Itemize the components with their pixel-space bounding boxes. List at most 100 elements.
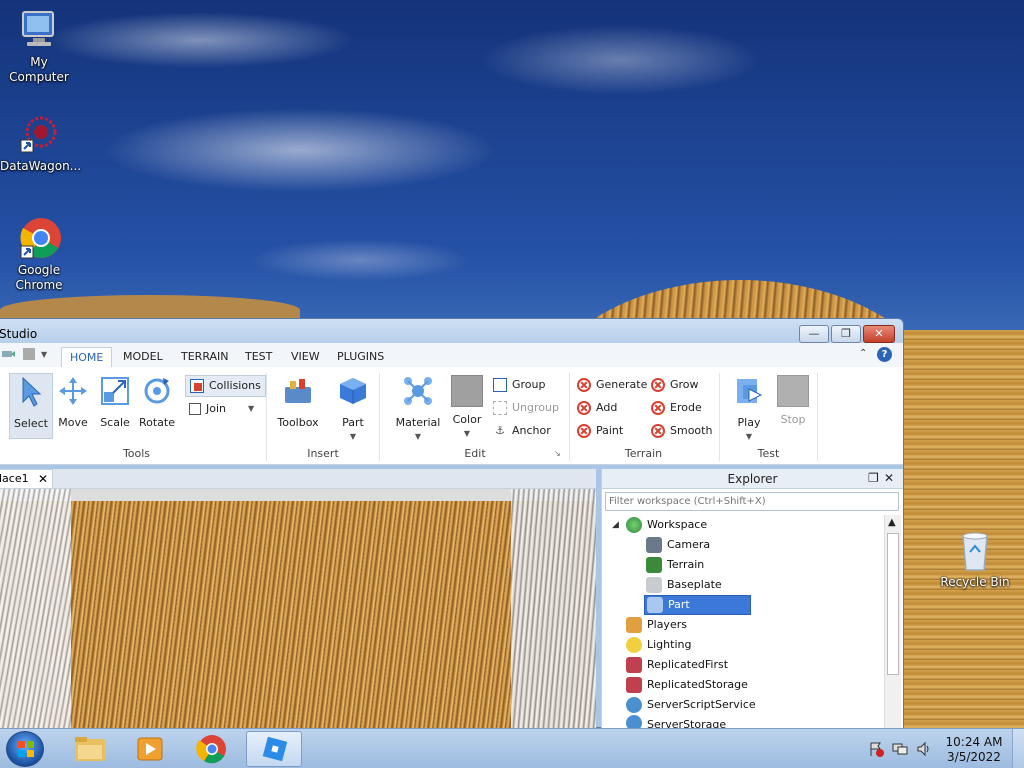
join-dropdown-icon[interactable]: ▼ [248,399,254,419]
tab-model[interactable]: MODEL [115,347,171,367]
explorer-filter-input[interactable] [605,492,899,511]
material-dropdown-icon[interactable]: ▼ [415,432,421,441]
part-dropdown-icon[interactable]: ▼ [350,432,356,441]
paint-icon [577,424,591,438]
quick-access-icon[interactable] [1,348,15,360]
show-desktop-button[interactable] [1012,729,1024,768]
part-button[interactable]: Part ▼ [331,373,375,441]
desktop-icon-label: DataWagon... [0,159,82,173]
scrollbar-thumb[interactable] [887,533,899,675]
tab-test[interactable]: TEST [237,347,280,367]
tree-item-lighting[interactable]: Lighting [626,635,691,655]
tree-item-replicatedstorage[interactable]: ReplicatedStorage [626,675,748,695]
material-button[interactable]: Material ▼ [394,373,442,441]
start-button[interactable] [6,731,44,767]
desktop-icon-my-computer[interactable]: My Computer [0,8,78,85]
play-dropdown-icon[interactable]: ▼ [746,432,752,441]
taskbar-explorer[interactable] [62,731,118,767]
tree-item-part[interactable]: Part [644,595,751,615]
join-toggle[interactable]: Join ▼ [189,399,254,419]
rotate-button[interactable]: Rotate [135,373,179,439]
tree-item-workspace[interactable]: Workspace [626,515,707,535]
undock-icon[interactable]: ❐ [868,471,879,485]
action-center-flag-icon[interactable] [868,741,884,757]
join-checkbox[interactable] [189,403,201,415]
tree-item-serverscriptservice[interactable]: ServerScriptService [626,695,756,715]
grow-icon [651,378,665,392]
tools-group-label: Tools [122,447,151,460]
add-button[interactable]: Add [577,398,617,418]
tree-item-players[interactable]: Players [626,615,687,635]
tree-item-serverstorage[interactable]: ServerStorage [626,715,726,729]
3d-viewport[interactable] [0,489,596,729]
anchor-button[interactable]: ⚓ Anchor [493,421,551,441]
tab-view[interactable]: VIEW [283,347,328,367]
desktop-icon-google-chrome[interactable]: Google Chrome [0,216,78,293]
volume-icon[interactable] [916,741,932,757]
workspace-collapse-icon[interactable]: ◢ [612,520,619,530]
paint-button[interactable]: Paint [577,421,623,441]
play-button[interactable]: Play ▼ [727,373,771,441]
scale-button[interactable]: Scale [93,373,137,439]
group-button[interactable]: Group [493,375,546,395]
anchor-icon: ⚓ [495,424,505,437]
tree-item-terrain[interactable]: Terrain [646,555,704,575]
clock-date: 3/5/2022 [947,750,1001,764]
move-label: Move [58,416,88,429]
taskbar-chrome[interactable] [184,731,240,767]
taskbar-media-player[interactable] [122,731,178,767]
players-icon [626,617,642,633]
tab-plugins[interactable]: PLUGINS [329,347,392,367]
collapse-ribbon-icon[interactable]: ⌃ [859,348,867,359]
tree-item-baseplate[interactable]: Baseplate [646,575,722,595]
scale-label: Scale [100,416,130,429]
help-icon[interactable]: ? [877,347,892,362]
stop-icon [777,375,809,407]
collisions-toggle[interactable]: Collisions [185,375,266,397]
scroll-up-icon[interactable]: ▲ [888,517,896,528]
taskbar: 10:24 AM 3/5/2022 [0,728,1024,768]
viewport-sky [0,489,596,501]
collisions-icon [190,379,204,393]
clock[interactable]: 10:24 AM 3/5/2022 [936,735,1012,765]
quick-access-square-icon[interactable] [23,348,35,360]
smooth-button[interactable]: Smooth [651,421,712,441]
insert-group-label: Insert [307,447,339,460]
tab-terrain[interactable]: TERRAIN [173,347,237,367]
color-label: Color [452,413,482,426]
minimize-button[interactable]: — [799,325,829,343]
toolbox-button[interactable]: Toolbox [275,373,321,439]
grow-button[interactable]: Grow [651,375,699,395]
tree-item-camera[interactable]: Camera [646,535,710,555]
replicatedstorage-icon [626,677,642,693]
test-group-label: Test [757,447,780,460]
document-tab[interactable]: lace1 ✕ [0,469,53,489]
color-dropdown-icon[interactable]: ▼ [464,429,470,438]
close-tab-icon[interactable]: ✕ [38,470,48,488]
window-titlebar[interactable]: Studio — ❐ ✕ [0,319,903,343]
maximize-button[interactable]: ❐ [831,325,861,343]
generate-button[interactable]: Generate [577,375,647,395]
erode-label: Erode [670,401,702,414]
network-icon[interactable] [892,741,908,757]
ribbon-separator [817,373,818,461]
color-button[interactable]: Color ▼ [445,373,489,439]
window-title: Studio [0,327,38,341]
erode-button[interactable]: Erode [651,398,702,418]
ungroup-button[interactable]: Ungroup [493,398,559,418]
explorer-scrollbar[interactable]: ▲ [884,515,901,729]
tree-item-label: ServerScriptService [647,698,756,711]
tree-item-replicatedfirst[interactable]: ReplicatedFirst [626,655,728,675]
tab-home[interactable]: HOME [61,347,113,367]
quick-access-dropdown-icon[interactable]: ▼ [41,350,47,359]
move-button[interactable]: Move [51,373,95,439]
stop-button[interactable]: Stop [771,373,815,439]
select-button[interactable]: Select [9,373,53,439]
document-tab-bar: lace1 ✕ [0,469,596,489]
desktop-icon-recycle-bin[interactable]: Recycle Bin [936,528,1014,590]
close-button[interactable]: ✕ [863,325,895,343]
add-label: Add [596,401,618,414]
taskbar-roblox-studio[interactable] [246,731,302,767]
explorer-close-icon[interactable]: ✕ [884,471,894,485]
desktop-icon-datawagon[interactable]: DataWagon... [0,112,82,174]
